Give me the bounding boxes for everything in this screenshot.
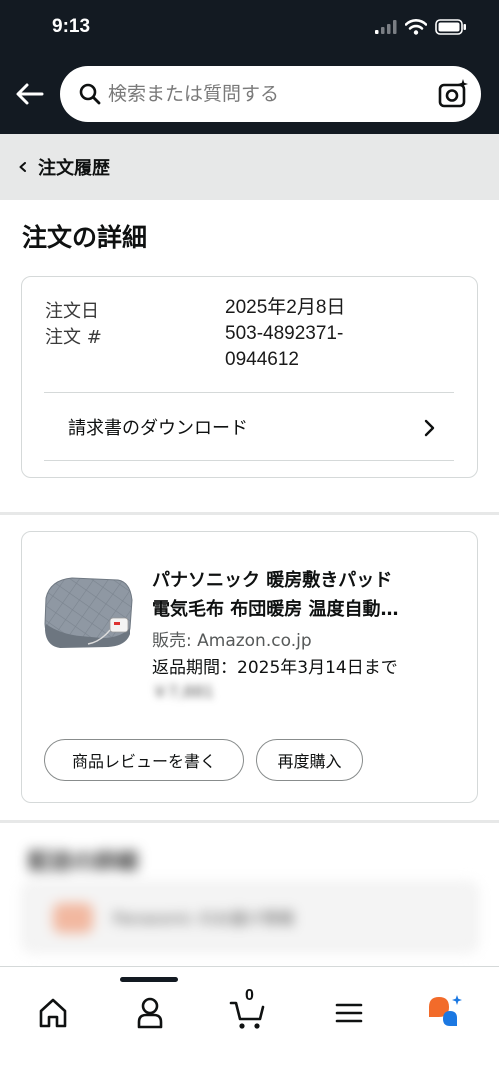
status-icons	[375, 19, 467, 35]
home-icon[interactable]	[33, 993, 73, 1033]
section-separator	[0, 512, 499, 515]
invoice-label: 請求書のダウンロード	[68, 418, 248, 439]
order-number-label: 注文 #	[45, 327, 102, 348]
order-number-line2: 0944612	[225, 349, 299, 370]
seller-info: 販売: Amazon.co.jp	[152, 631, 312, 651]
chevron-left-icon	[19, 162, 26, 172]
order-date-value: 2025年2月8日	[225, 297, 346, 318]
cart-button[interactable]: 0	[228, 987, 268, 1033]
wifi-icon	[405, 19, 427, 35]
breadcrumb-label: 注文履歴	[38, 158, 110, 179]
buy-again-button[interactable]: 再度購入	[256, 739, 363, 781]
price-blurred: ￥7,881	[152, 682, 214, 701]
blurred-thumbnail	[53, 903, 93, 933]
account-icon[interactable]	[130, 993, 170, 1033]
blurred-section: 配送の詳細 Panasonic のお届け情報	[0, 826, 499, 964]
section-separator	[0, 820, 499, 823]
page-title: 注文の詳細	[22, 223, 148, 252]
divider	[44, 460, 454, 461]
product-image[interactable]	[40, 572, 138, 650]
product-card: パナソニック 暖房敷きパッド 電気毛布 布団暖房 温度自動… 販売: Amazo…	[21, 531, 478, 803]
return-period: 返品期間：2025年3月14日まで	[152, 658, 398, 678]
search-row	[0, 64, 499, 124]
breadcrumb[interactable]: 注文履歴	[0, 134, 499, 200]
search-input[interactable]	[108, 66, 428, 122]
menu-icon[interactable]	[329, 993, 369, 1033]
bottom-nav: 0	[0, 966, 499, 1080]
order-summary-card: 注文日 2025年2月8日 注文 # 503-4892371- 0944612 …	[21, 276, 478, 478]
blurred-item-text: Panasonic のお届け情報	[113, 909, 295, 928]
cellular-signal-icon	[375, 20, 397, 34]
app-header: 9:13	[0, 0, 499, 134]
rufus-assistant-icon[interactable]	[425, 993, 465, 1033]
camera-search-icon[interactable]	[437, 78, 469, 110]
order-date-label: 注文日	[45, 301, 99, 322]
search-box[interactable]	[60, 66, 481, 122]
search-icon	[79, 83, 101, 105]
status-time: 9:13	[52, 16, 91, 37]
order-number-value: 503-4892371- 0944612	[225, 321, 343, 373]
product-title[interactable]: パナソニック 暖房敷きパッド 電気毛布 布団暖房 温度自動…	[152, 566, 452, 624]
order-number-line1: 503-4892371-	[225, 323, 344, 344]
cart-count: 0	[245, 987, 254, 1004]
product-title-line1: パナソニック 暖房敷きパッド	[152, 570, 393, 591]
active-tab-indicator	[120, 977, 178, 982]
product-title-line2: 電気毛布 布団暖房 温度自動…	[152, 599, 399, 620]
battery-icon	[435, 19, 466, 35]
blurred-section-title: 配送の詳細	[28, 850, 139, 875]
back-arrow-icon[interactable]	[14, 78, 46, 110]
status-bar: 9:13	[0, 0, 499, 56]
blurred-card: Panasonic のお届け情報	[22, 882, 478, 952]
chevron-right-icon	[424, 419, 435, 437]
write-review-button[interactable]: 商品レビューを書く	[44, 739, 244, 781]
download-invoice-link[interactable]: 請求書のダウンロード	[44, 393, 454, 461]
